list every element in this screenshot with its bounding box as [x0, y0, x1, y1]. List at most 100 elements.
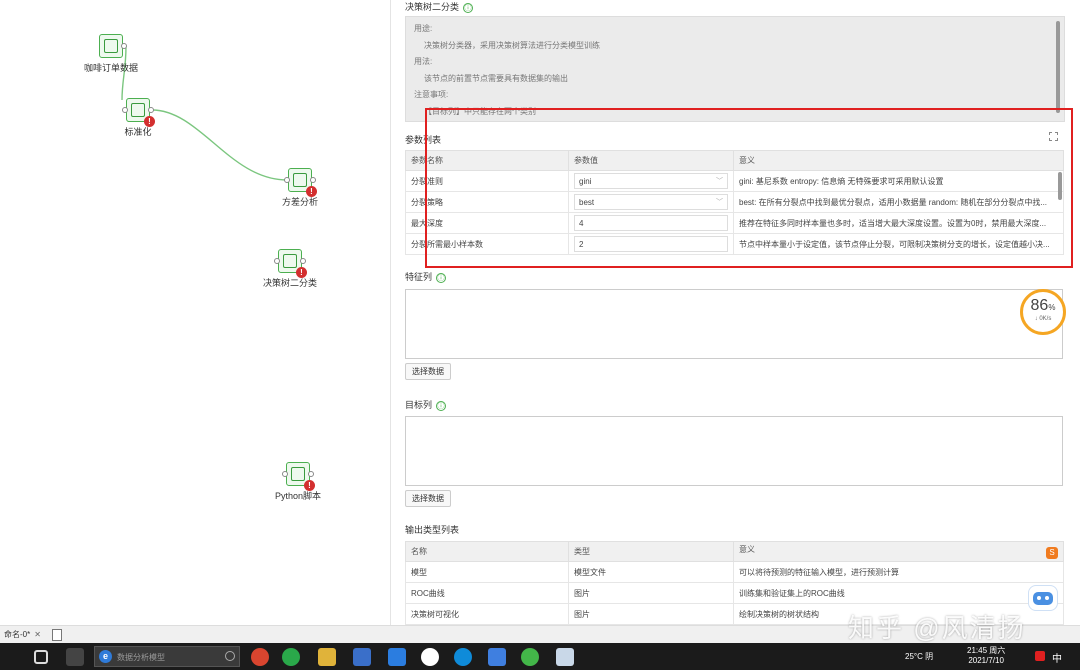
app-window-icon[interactable] — [556, 648, 574, 666]
weather-text[interactable]: 25°C 阴 — [905, 651, 933, 662]
feature-cols-field[interactable] — [405, 289, 1063, 359]
python-script-icon: ! — [282, 462, 315, 491]
output-name: 决策树可视化 — [405, 603, 569, 625]
sougou-input-icon[interactable]: S — [1046, 547, 1058, 559]
watermark: 知乎 @风清扬 — [848, 613, 1026, 643]
info-icon[interactable]: ⓘ — [436, 272, 447, 283]
workflow-canvas[interactable]: 咖啡订单数据 ! 标准化 ! 方差分析 ! 决策树二分类 ! Python脚本 — [0, 0, 390, 625]
output-meaning: 可以将待预测的特征输入模型，进行预测计算 — [733, 561, 1064, 583]
table-row: ROC曲线 图片 训练集和验证集上的ROC曲线 — [405, 582, 1064, 604]
select-value: gini — [579, 176, 592, 186]
node-links — [121, 45, 288, 181]
node-python[interactable]: ! Python脚本 — [253, 462, 343, 502]
param-name: 最大深度 — [405, 212, 569, 234]
params-scrollbar[interactable] — [1058, 172, 1062, 200]
param-name: 分裂策略 — [405, 191, 569, 213]
search-icon — [225, 651, 235, 661]
column-header: 参数名称 — [405, 150, 569, 171]
input-value: 4 — [579, 218, 584, 228]
output-port[interactable] — [148, 107, 154, 113]
method-text: 该节点的前置节点需要具有数据集的输出 — [424, 73, 568, 83]
target-col-field[interactable] — [405, 416, 1063, 486]
data-file-icon — [99, 34, 127, 58]
column-header: 参数值 — [568, 150, 734, 171]
splitter-select[interactable]: best ﹀ — [574, 194, 728, 210]
search-input[interactable]: 数据分析模型 — [117, 652, 165, 663]
output-type: 图片 — [568, 582, 734, 604]
output-type: 模型文件 — [568, 561, 734, 583]
node-description: 用途: 决策树分类器，采用决策树算法进行分类模型训练 用法: 该节点的前置节点需… — [405, 16, 1065, 122]
node-coffee-orders[interactable]: 咖啡订单数据 — [66, 34, 156, 74]
input-port[interactable] — [282, 471, 288, 477]
edge-icon[interactable] — [454, 648, 472, 666]
assistant-robot-icon[interactable] — [1028, 585, 1058, 611]
notification-icon[interactable] — [1035, 651, 1045, 661]
windows-taskbar: e 数据分析模型 25°C 阴 21:45 周六 2021/7/10 中 — [0, 643, 1080, 670]
notes-text: 【目标列】中只能存在两个类别 — [424, 106, 536, 116]
close-icon[interactable]: ✕ — [34, 630, 41, 639]
pinwheel-app-icon[interactable] — [66, 648, 84, 666]
transform-icon: ! — [122, 98, 155, 127]
panel-title: 决策树二分类 ⓘ — [405, 0, 474, 13]
input-port[interactable] — [274, 258, 280, 264]
info-icon[interactable]: ⓘ — [463, 2, 474, 13]
outputs-header-row: 名称 类型 意义 S — [405, 541, 1064, 562]
feature-cols-label: 特征列 ⓘ — [405, 270, 447, 283]
tab-workflow[interactable]: 命名-0* ✕ — [0, 628, 45, 642]
node-label: 决策树二分类 — [262, 278, 317, 288]
cloud-sync-icon[interactable] — [421, 648, 439, 666]
gauge-unit: % — [1048, 303, 1056, 312]
min-samples-split-input[interactable]: 2 — [574, 236, 728, 252]
output-type: 图片 — [568, 603, 734, 625]
panel-title-text: 决策树二分类 — [405, 2, 460, 12]
wechat-icon[interactable] — [282, 648, 300, 666]
param-name: 分裂所需最小样本数 — [405, 233, 569, 255]
param-value-cell: gini ﹀ — [568, 170, 734, 192]
table-row: 分裂所需最小样本数 2 节点中样本量小于设定值，该节点停止分裂，可限制决策树分支… — [405, 233, 1064, 255]
document-icon[interactable] — [52, 629, 62, 641]
tab-label: 命名-0* — [4, 630, 31, 639]
output-port[interactable] — [310, 177, 316, 183]
output-meaning: 训练集和验证集上的ROC曲线 — [733, 582, 1064, 604]
max-depth-input[interactable]: 4 — [574, 215, 728, 231]
info-icon[interactable]: ⓘ — [436, 400, 447, 411]
table-row: 最大深度 4 推荐在特征多同时样本量也多时，适当增大最大深度设置。设置为0时，禁… — [405, 212, 1064, 234]
table-row: 分裂准则 gini ﹀ gini: 基尼系数 entropy: 信息熵 无特殊要求… — [405, 170, 1064, 192]
output-port[interactable] — [308, 471, 314, 477]
ie-green-icon[interactable] — [521, 648, 539, 666]
expand-icon[interactable] — [1049, 132, 1058, 141]
node-normalize[interactable]: ! 标准化 — [93, 98, 183, 138]
network-speed-gauge[interactable]: 86% ↓ 0K/s — [1020, 289, 1066, 335]
method-heading: 用法: — [414, 57, 433, 66]
input-port[interactable] — [122, 107, 128, 113]
chrome-icon[interactable] — [251, 648, 269, 666]
output-port[interactable] — [121, 43, 127, 49]
file-explorer-icon[interactable] — [318, 648, 336, 666]
description-scrollbar[interactable] — [1056, 21, 1060, 113]
input-value: 2 — [579, 239, 584, 249]
table-row: 分裂策略 best ﹀ best: 在所有分裂点中找到最优分裂点，适用小数据量 r… — [405, 191, 1064, 213]
warning-icon: ! — [304, 480, 315, 491]
chevron-down-icon: ﹀ — [716, 178, 723, 185]
node-variance[interactable]: ! 方差分析 — [255, 168, 345, 208]
input-port[interactable] — [284, 177, 290, 183]
node-decision-tree[interactable]: ! 决策树二分类 — [245, 249, 335, 289]
input-language[interactable]: 中 — [1052, 650, 1062, 665]
param-value-cell: 4 — [568, 212, 734, 234]
clock[interactable]: 21:45 周六 2021/7/10 — [967, 646, 1005, 666]
notes-heading: 注意事项: — [414, 90, 449, 99]
clock-time: 21:45 周六 — [967, 646, 1006, 655]
task-view-icon[interactable] — [34, 650, 48, 664]
column-header: 名称 — [405, 541, 569, 562]
select-target-data-button[interactable]: 选择数据 — [405, 490, 451, 507]
feishu-icon[interactable] — [488, 648, 506, 666]
output-name: 模型 — [405, 561, 569, 583]
taskbar-search[interactable]: e 数据分析模型 — [94, 646, 240, 667]
usage-text: 决策树分类器，采用决策树算法进行分类模型训练 — [424, 40, 600, 50]
criterion-select[interactable]: gini ﹀ — [574, 173, 728, 189]
system-tray: 25°C 阴 21:45 周六 2021/7/10 中 — [895, 643, 1080, 670]
output-port[interactable] — [300, 258, 306, 264]
store-icon[interactable] — [353, 648, 371, 666]
select-feature-data-button[interactable]: 选择数据 — [405, 363, 451, 380]
mail-icon[interactable] — [388, 648, 406, 666]
